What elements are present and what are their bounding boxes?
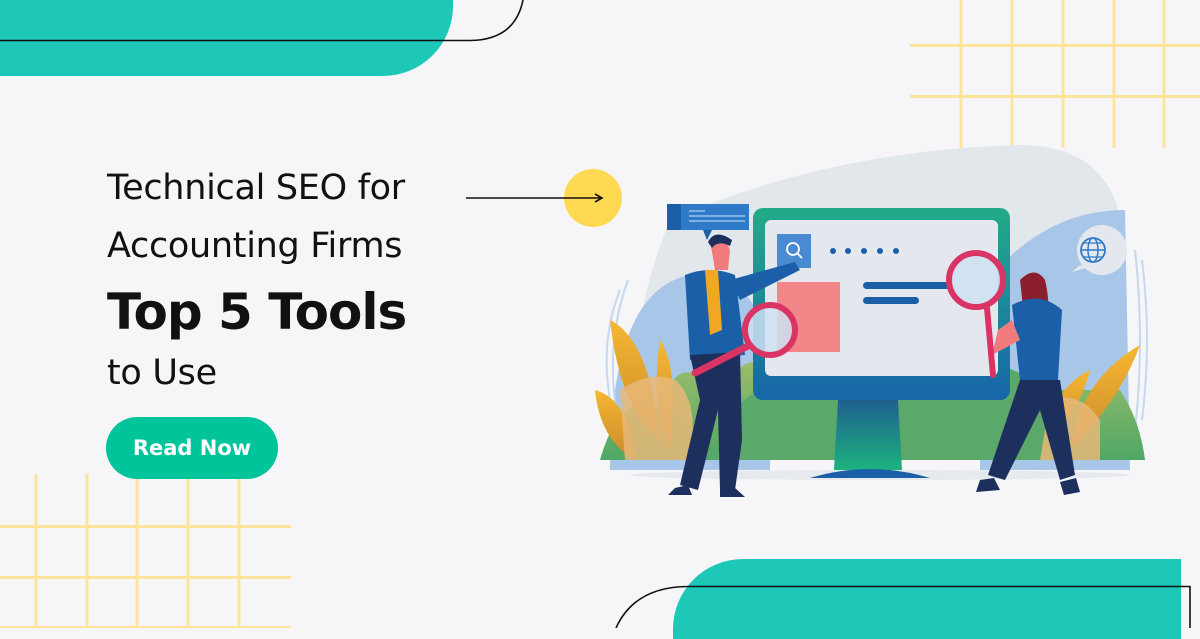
title-highlight: Top 5 Tools xyxy=(107,283,407,341)
title-line-2: Accounting Firms xyxy=(107,226,403,266)
grid-decor-top-right xyxy=(910,0,1200,148)
seo-illustration xyxy=(595,145,1148,497)
decor-line-bottom xyxy=(615,585,1191,628)
title-line-1: Technical SEO for xyxy=(107,168,405,208)
grid-decor-bottom-left xyxy=(0,474,291,628)
decor-line-top xyxy=(0,0,524,42)
read-now-button[interactable]: Read Now xyxy=(106,417,278,479)
title-line-4: to Use xyxy=(107,353,217,393)
